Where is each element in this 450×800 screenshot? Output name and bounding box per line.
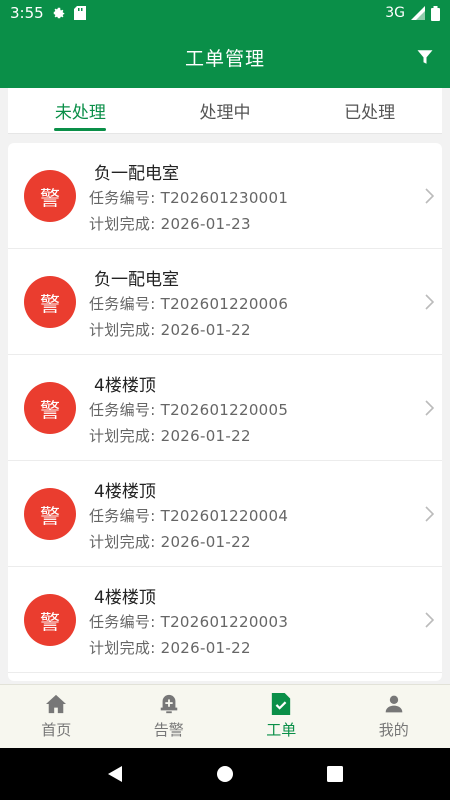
order-location: 负一配电室: [94, 270, 179, 290]
alarm-badge: 警: [24, 488, 76, 540]
page-title: 工单管理: [184, 47, 265, 70]
chevron-right-icon: [422, 187, 436, 205]
order-task-number: 任务编号: T202601220003: [89, 613, 289, 631]
nav-item-work-order[interactable]: 工单: [225, 685, 338, 748]
network-type: 3G: [385, 5, 405, 21]
work-order-item[interactable]: 警 4楼楼顶 任务编号: T202601220005 计划完成: 2026-01…: [8, 355, 442, 461]
status-tabs: 未处理 处理中 已处理: [8, 88, 442, 134]
tab-processed[interactable]: 已处理: [297, 88, 442, 133]
order-plan-date: 计划完成: 2026-01-22: [89, 533, 251, 551]
status-time: 3:55: [10, 4, 44, 22]
alarm-bell-icon: [158, 693, 180, 715]
work-order-list: 警 负一配电室 任务编号: T202601230001 计划完成: 2026-0…: [8, 143, 442, 681]
system-nav-bar: [0, 748, 450, 800]
work-order-item[interactable]: 警 4楼楼顶 任务编号: T202601220003 计划完成: 2026-01…: [8, 567, 442, 673]
order-task-number: 任务编号: T202601220004: [89, 507, 289, 525]
alarm-badge: 警: [24, 276, 76, 328]
order-location: 4楼楼顶: [94, 588, 156, 608]
nav-item-home[interactable]: 首页: [0, 685, 113, 748]
bottom-nav: 首页 告警 工单 我的: [0, 684, 450, 748]
alarm-badge: 警: [24, 170, 76, 222]
chevron-right-icon: [422, 399, 436, 417]
app-bar: 工单管理: [0, 26, 450, 88]
chevron-right-icon: [422, 293, 436, 311]
work-order-item[interactable]: 警 4楼楼顶 任务编号: T202601220004 计划完成: 2026-01…: [8, 461, 442, 567]
gear-icon: [52, 6, 66, 20]
nav-label: 工单: [266, 721, 297, 739]
order-task-number: 任务编号: T202601220005: [89, 401, 289, 419]
order-location: 4楼楼顶: [94, 376, 156, 396]
sd-card-icon: [73, 6, 86, 20]
work-order-icon: [270, 693, 292, 715]
nav-label: 我的: [378, 721, 409, 739]
tab-unprocessed[interactable]: 未处理: [8, 88, 153, 133]
home-icon: [45, 693, 67, 715]
tab-label: 处理中: [199, 103, 251, 123]
alarm-badge: 警: [24, 594, 76, 646]
order-plan-date: 计划完成: 2026-01-22: [89, 639, 251, 657]
tab-processing[interactable]: 处理中: [153, 88, 298, 133]
nav-item-me[interactable]: 我的: [338, 685, 450, 748]
nav-label: 告警: [153, 721, 184, 739]
tab-label: 已处理: [344, 103, 396, 123]
work-order-item[interactable]: 警 负一配电室 任务编号: T202601220006 计划完成: 2026-0…: [8, 249, 442, 355]
signal-icon: [411, 6, 425, 20]
status-bar: 3:55 3G: [0, 0, 450, 26]
battery-icon: [431, 5, 440, 21]
alarm-badge: 警: [24, 382, 76, 434]
user-icon: [383, 693, 405, 715]
chevron-right-icon: [422, 611, 436, 629]
nav-label: 首页: [41, 721, 72, 739]
work-order-item[interactable]: 警 负一配电室 任务编号: T202601230001 计划完成: 2026-0…: [8, 143, 442, 249]
order-plan-date: 计划完成: 2026-01-22: [89, 427, 251, 445]
order-plan-date: 计划完成: 2026-01-23: [89, 215, 251, 233]
nav-item-alarm[interactable]: 告警: [113, 685, 226, 748]
order-location: 4楼楼顶: [94, 482, 156, 502]
chevron-right-icon: [422, 505, 436, 523]
tab-label: 未处理: [54, 103, 106, 123]
order-plan-date: 计划完成: 2026-01-22: [89, 321, 251, 339]
recents-icon[interactable]: [320, 759, 350, 789]
order-location: 负一配电室: [94, 164, 179, 184]
order-task-number: 任务编号: T202601220006: [89, 295, 289, 313]
home-circle-icon[interactable]: [210, 759, 240, 789]
filter-icon[interactable]: [414, 46, 436, 68]
back-icon[interactable]: [100, 759, 130, 789]
order-task-number: 任务编号: T202601230001: [89, 189, 289, 207]
